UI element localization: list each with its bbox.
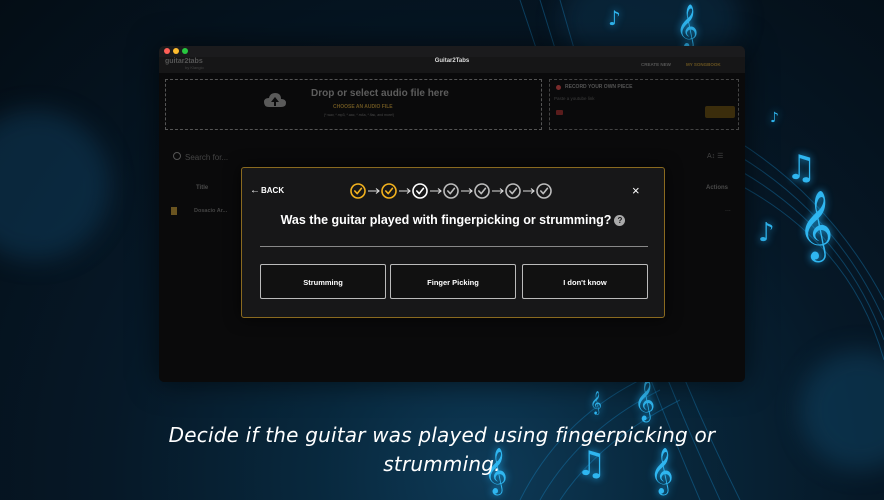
song-row-title[interactable]: Dosacio Ar... — [194, 208, 227, 214]
record-label[interactable]: RECORD YOUR OWN PIECE — [565, 84, 632, 90]
column-header-actions: Actions — [706, 185, 729, 191]
music-note-icon: ♫ — [786, 148, 817, 188]
help-icon[interactable]: ? — [614, 215, 626, 226]
youtube-icon — [556, 110, 563, 115]
video-caption: Decide if the guitar was played using fi… — [0, 421, 884, 479]
app-header: guitar2tabs by Klangio Guitar2Tabs CREAT… — [159, 57, 745, 73]
record-icon — [556, 85, 561, 90]
submit-link-button[interactable] — [705, 106, 735, 118]
treble-clef-icon: 𝄞 — [676, 4, 699, 48]
arrow-left-icon: ← — [250, 185, 260, 196]
file-icon — [171, 207, 177, 215]
more-actions-button[interactable]: ... — [725, 206, 731, 213]
audio-dropzone[interactable]: Drop or select audio file here CHOOSE AN… — [165, 79, 542, 130]
treble-clef-icon: 𝄞 — [798, 190, 834, 260]
music-note-icon: ♪ — [608, 6, 621, 30]
step-arrow-icon — [523, 188, 535, 194]
divider — [260, 246, 648, 247]
dont-know-option-button[interactable]: I don't know — [522, 264, 648, 299]
strumming-option-button[interactable]: Strumming — [260, 264, 386, 299]
step-indicator-4 — [443, 183, 459, 199]
maximize-window-button[interactable] — [182, 48, 188, 54]
step-indicator-2 — [381, 183, 397, 199]
finger-picking-option-button[interactable]: Finger Picking — [390, 264, 516, 299]
youtube-link-input[interactable]: Paste a youtube link — [554, 96, 704, 101]
search-bar[interactable]: Search for... — [173, 152, 228, 162]
app-logo-subtitle: by Klangio — [185, 65, 204, 70]
video-frame: 𝄞 ♪ ♪ ♫ 𝄞 ♪ 𝄞 𝄞 ♫ 𝄞 𝄞 guitar2tabs by Kla… — [0, 0, 884, 500]
caption-line-2: strumming. — [383, 452, 501, 476]
step-arrow-icon — [430, 188, 442, 194]
question-dialog: ←BACK × Was the guitar played with finge… — [241, 167, 665, 318]
search-icon — [173, 152, 181, 160]
caption-line-1: Decide if the guitar was played using fi… — [168, 423, 716, 447]
choose-audio-file-link[interactable]: CHOOSE AN AUDIO FILE — [333, 104, 393, 110]
step-indicator-7 — [536, 183, 552, 199]
close-icon[interactable]: × — [632, 183, 640, 198]
cloud-upload-icon — [264, 93, 286, 107]
minimize-window-button[interactable] — [173, 48, 179, 54]
dropzone-title: Drop or select audio file here — [311, 88, 449, 99]
back-button[interactable]: ←BACK — [250, 185, 284, 196]
window-titlebar — [159, 46, 745, 57]
step-indicator-1 — [350, 183, 366, 199]
step-arrow-icon — [461, 188, 473, 194]
sort-filter-icons[interactable]: A↕ ☰ — [707, 152, 723, 160]
column-header-title[interactable]: Title — [196, 185, 208, 191]
step-indicator-6 — [505, 183, 521, 199]
step-arrow-icon — [399, 188, 411, 194]
music-note-icon: ♪ — [758, 218, 775, 248]
treble-clef-icon: 𝄞 — [634, 380, 656, 421]
supported-formats: (*.wav, *.mp3, *.aac, *.m4a, *.flac, and… — [324, 113, 395, 117]
music-note-icon: ♪ — [770, 110, 779, 126]
progress-steps — [350, 183, 552, 199]
step-indicator-3 — [412, 183, 428, 199]
search-input[interactable]: Search for... — [185, 153, 228, 162]
step-indicator-5 — [474, 183, 490, 199]
dialog-question: Was the guitar played with fingerpicking… — [242, 213, 664, 227]
my-songbook-link[interactable]: MY SONGBOOK — [686, 62, 721, 67]
record-panel: RECORD YOUR OWN PIECE Paste a youtube li… — [549, 79, 739, 130]
close-window-button[interactable] — [164, 48, 170, 54]
treble-clef-icon: 𝄞 — [590, 390, 602, 414]
question-text: Was the guitar played with fingerpicking… — [280, 213, 612, 227]
step-arrow-icon — [368, 188, 380, 194]
back-label: BACK — [261, 186, 285, 195]
step-arrow-icon — [492, 188, 504, 194]
create-new-link[interactable]: CREATE NEW — [641, 62, 671, 67]
